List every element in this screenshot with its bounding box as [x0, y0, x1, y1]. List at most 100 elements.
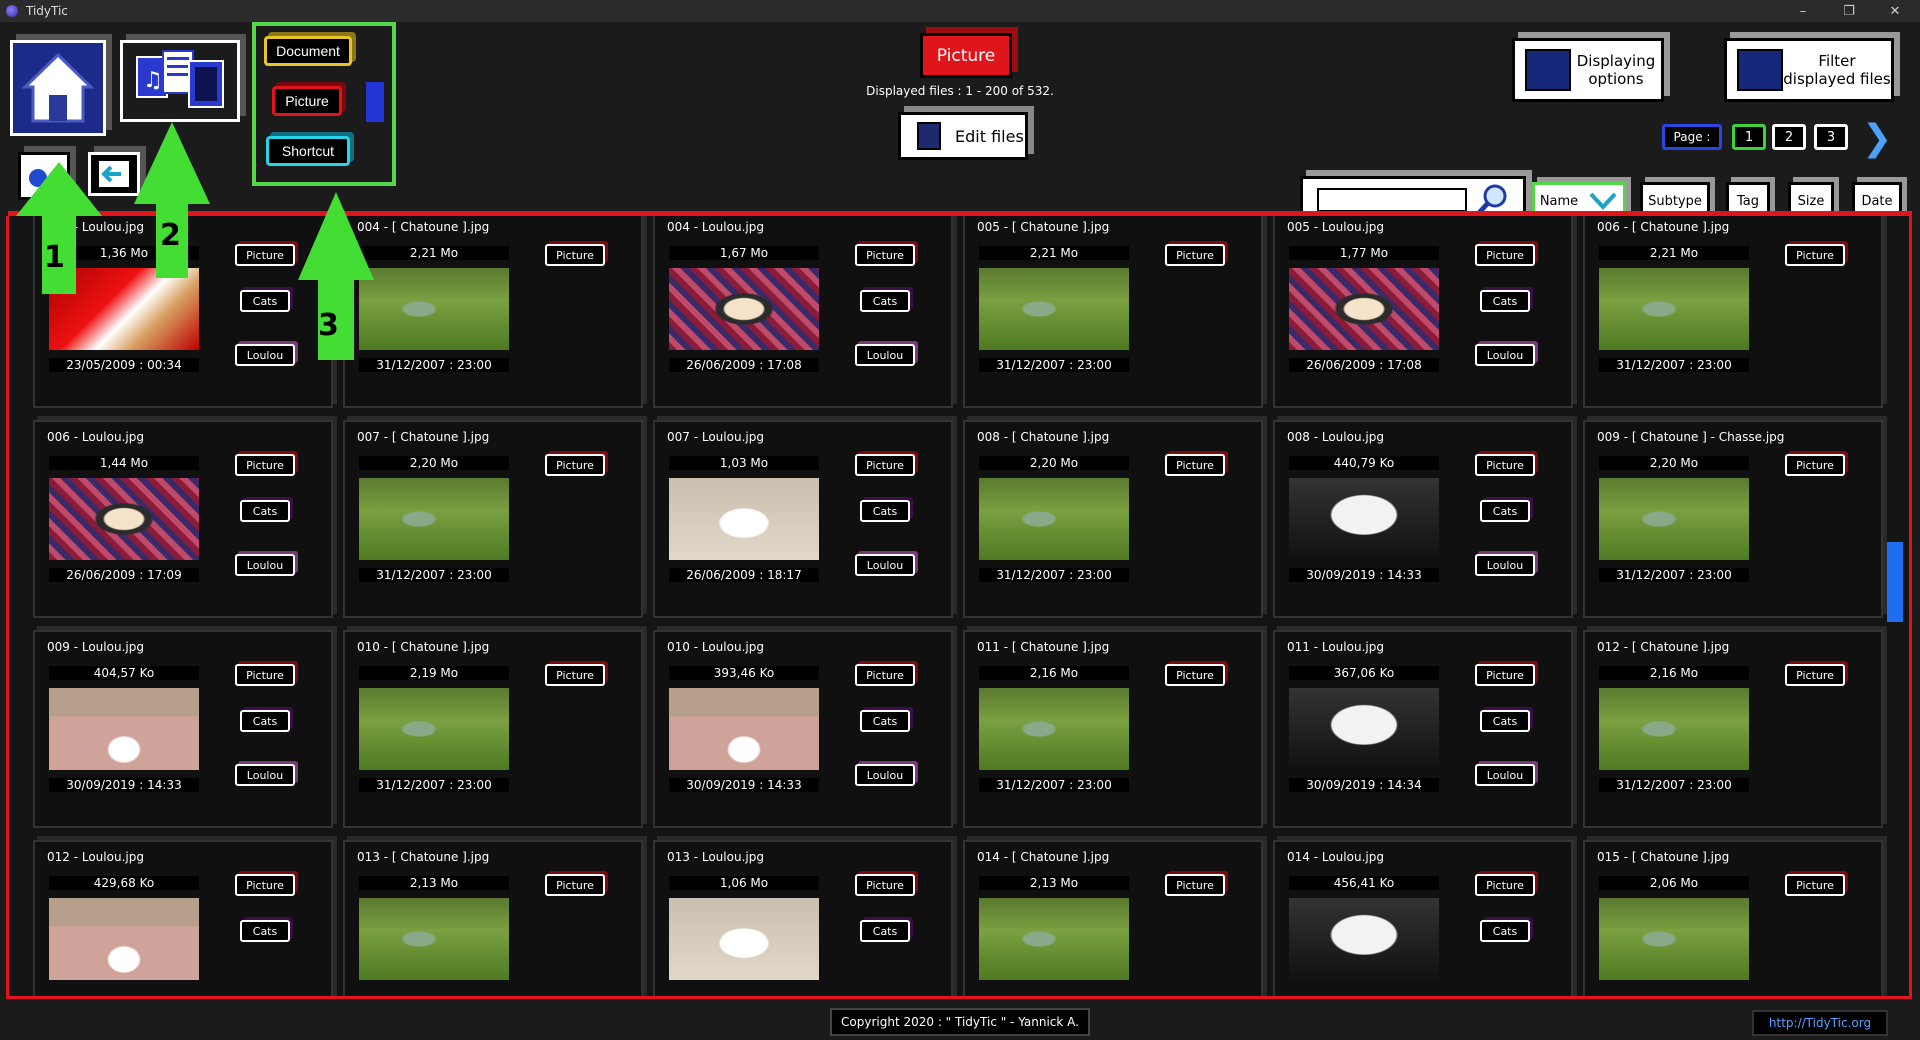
- file-thumbnail[interactable]: [1599, 478, 1749, 560]
- close-button[interactable]: ✕: [1872, 0, 1918, 22]
- tag-picture[interactable]: Picture: [235, 454, 295, 476]
- tag-picture[interactable]: Picture: [1785, 874, 1845, 896]
- website-link[interactable]: http://TidyTic.org: [1752, 1010, 1888, 1036]
- home-button[interactable]: [10, 40, 106, 136]
- restore-button[interactable]: ❐: [1826, 0, 1872, 22]
- file-card[interactable]: 007 - Loulou.jpg 1,03 Mo 26/06/2009 : 18:1…: [653, 420, 953, 618]
- file-thumbnail[interactable]: [1599, 268, 1749, 350]
- tag-picture[interactable]: Picture: [1475, 244, 1535, 266]
- file-card[interactable]: 007 - [ Chatoune ].jpg 2,20 Mo 31/12/2007 …: [343, 420, 643, 618]
- file-thumbnail[interactable]: [1289, 688, 1439, 770]
- file-card[interactable]: 011 - Loulou.jpg 367,06 Ko 30/09/2019 : 14…: [1273, 630, 1573, 828]
- tag-cats[interactable]: Cats: [1480, 920, 1530, 942]
- file-card[interactable]: 009 - [ Chatoune ] - Chasse.jpg 2,20 Mo 31…: [1583, 420, 1883, 618]
- displaying-options-button[interactable]: Displaying options: [1512, 38, 1664, 102]
- grid-scrollbar-thumb[interactable]: [1887, 542, 1903, 622]
- file-thumbnail[interactable]: [49, 688, 199, 770]
- tag-picture[interactable]: Picture: [1475, 874, 1535, 896]
- tag-cats[interactable]: Cats: [240, 920, 290, 942]
- tag-picture[interactable]: Picture: [1475, 454, 1535, 476]
- tag-cats[interactable]: Cats: [1480, 500, 1530, 522]
- file-card[interactable]: 012 - [ Chatoune ].jpg 2,16 Mo 31/12/2007 …: [1583, 630, 1883, 828]
- tag-picture[interactable]: Picture: [855, 874, 915, 896]
- edit-files-button[interactable]: Edit files: [898, 112, 1028, 160]
- file-thumbnail[interactable]: [669, 898, 819, 980]
- file-thumbnail[interactable]: [359, 478, 509, 560]
- file-card[interactable]: 013 - [ Chatoune ].jpg 2,13 Mo Picture: [343, 840, 643, 996]
- tag-picture[interactable]: Picture: [1475, 664, 1535, 686]
- file-thumbnail[interactable]: [979, 268, 1129, 350]
- file-card[interactable]: 004 - Loulou.jpg 1,67 Mo 26/06/2009 : 17:0…: [653, 216, 953, 408]
- tag-picture[interactable]: Picture: [1785, 664, 1845, 686]
- tag-loulou[interactable]: Loulou: [1475, 344, 1535, 366]
- next-page-button[interactable]: ❯: [1862, 118, 1892, 159]
- tag-cats[interactable]: Cats: [240, 500, 290, 522]
- tag-loulou[interactable]: Loulou: [1475, 764, 1535, 786]
- tag-loulou[interactable]: Loulou: [1475, 554, 1535, 576]
- tag-cats[interactable]: Cats: [860, 920, 910, 942]
- file-thumbnail[interactable]: [979, 478, 1129, 560]
- tag-picture[interactable]: Picture: [1165, 874, 1225, 896]
- tag-picture[interactable]: Picture: [545, 454, 605, 476]
- tag-picture[interactable]: Picture: [235, 664, 295, 686]
- file-card[interactable]: 010 - [ Chatoune ].jpg 2,19 Mo 31/12/2007 …: [343, 630, 643, 828]
- file-thumbnail[interactable]: [669, 478, 819, 560]
- file-thumbnail[interactable]: [49, 898, 199, 980]
- page-3-button[interactable]: 3: [1814, 124, 1848, 150]
- file-card[interactable]: 011 - [ Chatoune ].jpg 2,16 Mo 31/12/2007 …: [963, 630, 1263, 828]
- tag-loulou[interactable]: Loulou: [855, 764, 915, 786]
- page-1-button[interactable]: 1: [1732, 124, 1766, 150]
- tag-loulou[interactable]: Loulou: [235, 554, 295, 576]
- tag-cats[interactable]: Cats: [240, 710, 290, 732]
- file-card[interactable]: 014 - [ Chatoune ].jpg 2,13 Mo Picture: [963, 840, 1263, 996]
- file-card[interactable]: 008 - Loulou.jpg 440,79 Ko 30/09/2019 : 14…: [1273, 420, 1573, 618]
- file-thumbnail[interactable]: [49, 478, 199, 560]
- file-thumbnail[interactable]: [669, 268, 819, 350]
- file-card[interactable]: 013 - Loulou.jpg 1,06 Mo Picture Cats: [653, 840, 953, 996]
- file-card[interactable]: 014 - Loulou.jpg 456,41 Ko Picture Cats: [1273, 840, 1573, 996]
- file-card[interactable]: 009 - Loulou.jpg 404,57 Ko 30/09/2019 : 14…: [33, 630, 333, 828]
- file-card[interactable]: 004 - [ Chatoune ].jpg 2,21 Mo 31/12/2007 …: [343, 216, 643, 408]
- file-card[interactable]: 008 - [ Chatoune ].jpg 2,20 Mo 31/12/2007 …: [963, 420, 1263, 618]
- tag-picture[interactable]: Picture: [855, 454, 915, 476]
- file-thumbnail[interactable]: [359, 268, 509, 350]
- tag-cats[interactable]: Cats: [240, 290, 290, 312]
- file-thumbnail[interactable]: [359, 688, 509, 770]
- tag-picture[interactable]: Picture: [1165, 454, 1225, 476]
- page-2-button[interactable]: 2: [1772, 124, 1806, 150]
- tag-loulou[interactable]: Loulou: [235, 344, 295, 366]
- file-card[interactable]: 012 - Loulou.jpg 429,68 Ko Picture Cats: [33, 840, 333, 996]
- file-thumbnail[interactable]: [979, 688, 1129, 770]
- file-card[interactable]: 005 - [ Chatoune ].jpg 2,21 Mo 31/12/2007 …: [963, 216, 1263, 408]
- tag-loulou[interactable]: Loulou: [235, 764, 295, 786]
- tag-picture[interactable]: Picture: [1165, 664, 1225, 686]
- search-input[interactable]: [1317, 188, 1467, 212]
- tag-cats[interactable]: Cats: [860, 290, 910, 312]
- tag-picture[interactable]: Picture: [855, 664, 915, 686]
- tag-picture[interactable]: Picture: [855, 244, 915, 266]
- file-thumbnail[interactable]: [979, 898, 1129, 980]
- tag-cats[interactable]: Cats: [1480, 710, 1530, 732]
- media-types-button[interactable]: ♫: [120, 40, 240, 122]
- tag-loulou[interactable]: Loulou: [855, 554, 915, 576]
- file-card[interactable]: 005 - Loulou.jpg 1,77 Mo 26/06/2009 : 17:0…: [1273, 216, 1573, 408]
- tag-picture[interactable]: Picture: [545, 664, 605, 686]
- file-thumbnail[interactable]: [1289, 478, 1439, 560]
- tag-picture[interactable]: Picture: [1785, 454, 1845, 476]
- filter-displayed-files-button[interactable]: Filter displayed files: [1724, 38, 1894, 102]
- file-card[interactable]: 010 - Loulou.jpg 393,46 Ko 30/09/2019 : 14…: [653, 630, 953, 828]
- file-card[interactable]: 006 - Loulou.jpg 1,44 Mo 26/06/2009 : 17:0…: [33, 420, 333, 618]
- tag-picture[interactable]: Picture: [235, 874, 295, 896]
- file-thumbnail[interactable]: [1289, 898, 1439, 980]
- tag-picture[interactable]: Picture: [545, 244, 605, 266]
- tag-picture[interactable]: Picture: [545, 874, 605, 896]
- file-thumbnail[interactable]: [1599, 898, 1749, 980]
- tag-cats[interactable]: Cats: [1480, 290, 1530, 312]
- file-thumbnail[interactable]: [669, 688, 819, 770]
- filter-shortcut-button[interactable]: Shortcut: [266, 136, 350, 166]
- file-thumbnail[interactable]: [1289, 268, 1439, 350]
- file-card[interactable]: 015 - [ Chatoune ].jpg 2,06 Mo Picture: [1583, 840, 1883, 996]
- filter-picture-button[interactable]: Picture: [272, 86, 342, 116]
- file-thumbnail[interactable]: [1599, 688, 1749, 770]
- file-thumbnail[interactable]: [359, 898, 509, 980]
